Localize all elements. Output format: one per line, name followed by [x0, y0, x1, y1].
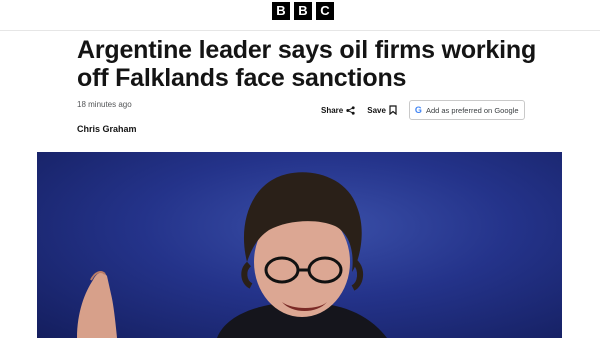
google-preferred-label: Add as preferred on Google — [425, 105, 519, 115]
share-label: Share — [321, 105, 344, 115]
share-button[interactable]: Share — [321, 106, 355, 115]
article-timestamp: 18 minutes ago — [77, 100, 132, 109]
bookmark-icon — [389, 105, 397, 115]
article-headline: Argentine leader says oil firms working … — [77, 36, 537, 92]
google-preferred-button[interactable]: G Add as preferred on Google — [408, 100, 525, 120]
logo-letter-c: C — [316, 2, 334, 20]
save-button[interactable]: Save — [367, 105, 397, 115]
save-label: Save — [367, 105, 386, 115]
article-byline: Chris Graham — [77, 124, 137, 134]
article-actions: Share Save G Add as preferred on Google — [321, 100, 525, 120]
bbc-logo[interactable]: B B C — [272, 2, 334, 20]
share-icon — [346, 105, 355, 115]
masthead: B B C — [0, 0, 600, 31]
hero-illustration — [77, 172, 387, 338]
hero-image — [37, 152, 562, 338]
logo-letter-b2: B — [294, 2, 312, 20]
logo-letter-b1: B — [272, 2, 290, 20]
google-logo-icon: G — [414, 105, 422, 115]
